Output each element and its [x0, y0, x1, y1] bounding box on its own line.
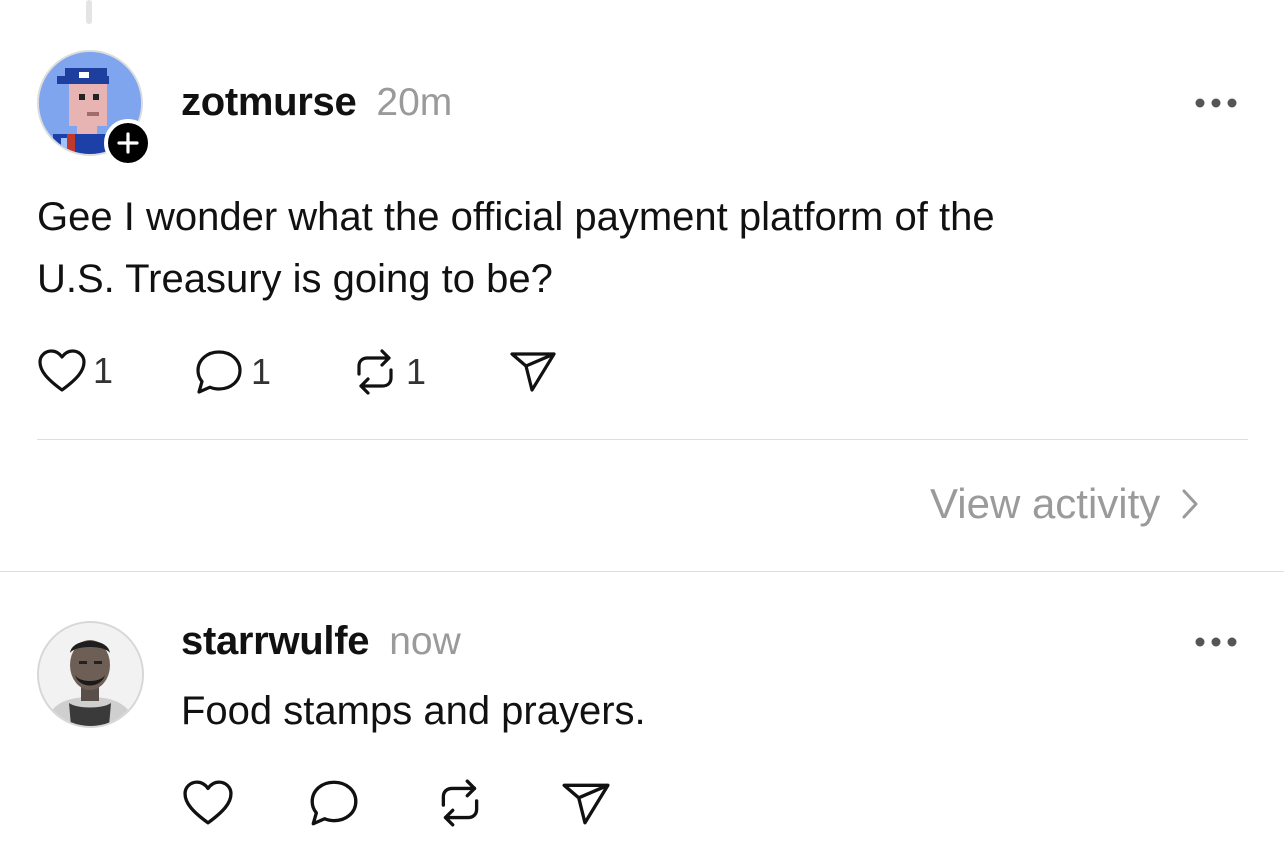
reply-username[interactable]: starrwulfe [181, 619, 369, 664]
photo-avatar-image [39, 623, 142, 726]
plus-icon [117, 132, 139, 154]
chevron-right-icon [1182, 489, 1198, 519]
section-divider [0, 571, 1284, 572]
repost-icon [357, 349, 393, 395]
view-activity-label: View activity [930, 480, 1161, 527]
follow-button[interactable] [104, 119, 152, 167]
repost-count: 1 [406, 351, 427, 392]
post-time: 20m [376, 81, 453, 124]
post-header: zotmurse 20m [181, 80, 452, 125]
heart-icon[interactable] [181, 779, 235, 827]
reply-button[interactable]: 1 [193, 348, 271, 396]
post-text-line-1: Gee I wonder what the official payment p… [37, 195, 995, 239]
paper-plane-icon[interactable] [560, 779, 612, 827]
avatar-starrwulfe[interactable] [37, 621, 144, 728]
thread-connector-line [86, 0, 92, 24]
like-button[interactable]: 1 [37, 348, 113, 394]
reply-text: Food stamps and prayers. [181, 689, 646, 733]
speech-bubble-icon [196, 350, 242, 394]
view-activity-link[interactable]: View activity [930, 480, 1200, 528]
more-horizontal-icon[interactable] [1194, 96, 1242, 110]
repost-button[interactable]: 1 [350, 348, 426, 396]
more-horizontal-icon[interactable] [1194, 635, 1242, 649]
post-username[interactable]: zotmurse [181, 80, 357, 125]
like-count: 1 [93, 350, 114, 391]
repost-icon[interactable] [434, 778, 486, 828]
divider [37, 439, 1248, 440]
paper-plane-icon[interactable] [508, 348, 558, 394]
heart-icon [38, 349, 86, 392]
post-body: Gee I wonder what the official payment p… [37, 186, 995, 310]
reply-time: now [389, 620, 461, 663]
speech-bubble-icon[interactable] [307, 778, 361, 828]
reply-header: starrwulfe now [181, 619, 461, 664]
post-text-line-2: U.S. Treasury is going to be? [37, 257, 553, 301]
reply-count: 1 [251, 351, 272, 392]
